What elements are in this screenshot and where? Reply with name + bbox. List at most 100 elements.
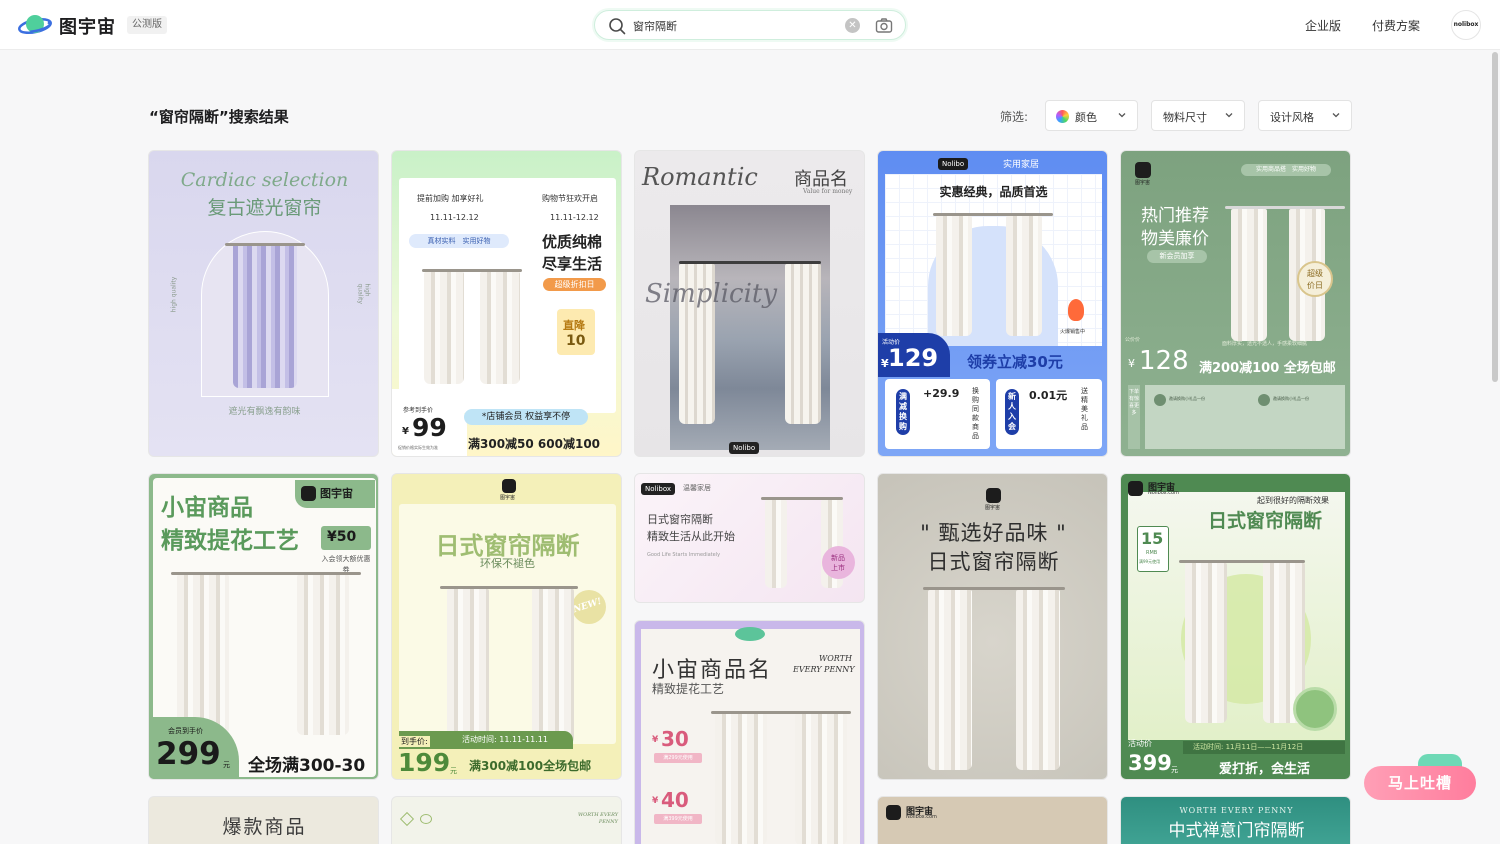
side-tag: 下单有惊喜更多: [1128, 385, 1140, 449]
promo-text: 满300减100全场包邮: [469, 759, 592, 773]
card-script: Cardiac selection: [180, 169, 349, 191]
item-text: 邀请换购小礼品一份: [1273, 396, 1309, 401]
coupon-value: 40: [661, 788, 689, 812]
price: 199: [398, 748, 451, 777]
unit: 元: [1171, 766, 1178, 774]
member-note: *店铺会员 权益享不停: [464, 409, 588, 425]
card-title: 精致生活从此开始: [647, 530, 735, 543]
search-box[interactable]: ✕: [594, 10, 906, 40]
template-card-3[interactable]: Romantic 商品名 Value for money Simplicity …: [634, 150, 865, 457]
brand-sub: Nolibox.com: [1148, 490, 1179, 496]
promo-text: 满200减100 全场包邮: [1199, 361, 1336, 376]
template-card-8[interactable]: Nolibox 温馨家居 日式窗帘隔断 精致生活从此开始 Good Life S…: [634, 473, 865, 603]
template-card-15[interactable]: WORTH EVERY PENNY 中式禅意门帘隔断: [1120, 796, 1351, 844]
template-card-13[interactable]: WORTH EVERY PENNY: [391, 796, 622, 844]
promo-date: 11.11-12.12: [550, 213, 599, 222]
worth-text: WORTH EVERY PENNY: [1179, 806, 1294, 815]
card-subtitle: 精致提花工艺: [652, 682, 725, 696]
badge-text: 超级: [1307, 269, 1323, 278]
coupon-note: 满99元使用: [1139, 559, 1161, 564]
chevron-down-icon: [1118, 113, 1126, 118]
chip: 实用好物: [1292, 166, 1317, 173]
addon-price: +29.9: [923, 387, 960, 400]
discount-badge: 超级折扣日: [543, 278, 606, 291]
page-scrollbar[interactable]: [1492, 52, 1498, 382]
template-card-14[interactable]: 图宇宙 Nolibox.com: [877, 796, 1108, 844]
brand-chip: Nolibox: [641, 483, 676, 495]
badge-text: 上市: [831, 564, 845, 572]
template-card-10[interactable]: 图宇宙 " 甄选好品味 " 日式窗帘隔断: [877, 473, 1108, 780]
badge-text: 价日: [1307, 281, 1323, 290]
brand-text: 图宇宙: [985, 505, 1001, 511]
promo-text: 爱打折，会生活: [1219, 762, 1311, 777]
search-input[interactable]: [633, 17, 833, 35]
feedback-button[interactable]: 马上吐槽: [1364, 766, 1476, 800]
price-label: 公价价: [1125, 337, 1141, 343]
card-title: 日式窗帘隔断: [1208, 510, 1323, 532]
promo-right-top: 购物节狂欢开启: [542, 194, 598, 203]
brand-text: 图宇宙: [500, 495, 516, 501]
search-icon[interactable]: [608, 17, 626, 35]
card-script-overlay: Simplicity: [645, 279, 778, 309]
template-card-1[interactable]: Cardiac selection 复古遮光窗帘 high quality hi…: [148, 150, 379, 457]
coupon-unit: RMB: [1146, 550, 1158, 556]
yen: ¥: [402, 426, 409, 437]
card-subtitle: Value for money: [803, 188, 853, 195]
tag: 实用好物: [462, 237, 491, 245]
template-card-5[interactable]: 图宇宙 实用商品搭 实用好物 热门推荐 物美廉价 新会员加享 超级 价日 公价价…: [1120, 150, 1351, 457]
template-card-9[interactable]: 小宙商品名 精致提花工艺 WORTH EVERY PENNY ¥ 30 满299…: [634, 620, 865, 844]
template-card-12[interactable]: 爆款商品: [148, 796, 379, 844]
camera-icon[interactable]: [875, 17, 893, 35]
chevron-down-icon: [1225, 113, 1233, 118]
card-title: 日式窗帘隔断: [647, 513, 713, 526]
card-title: 爆款商品: [222, 816, 307, 838]
brand-text: 图宇宙: [320, 487, 353, 500]
filter-style[interactable]: 设计风格: [1258, 100, 1352, 131]
badge-text: 新品: [831, 554, 845, 562]
card-english: Good Life Starts Immediately: [647, 552, 721, 558]
card-title: 小宙商品: [161, 495, 253, 521]
user-avatar[interactable]: nolibox: [1451, 10, 1481, 40]
chip: 实用商品搭: [1255, 166, 1286, 173]
promo-text: 领券立减30元: [967, 353, 1063, 371]
addon-price: 0.01元: [1029, 389, 1068, 402]
coupon-value: 15: [1141, 529, 1164, 548]
promo-date: 11.11-12.12: [430, 213, 479, 222]
promo-text: 满300减50 600减100: [468, 437, 601, 451]
unit: 元: [450, 767, 457, 775]
template-card-6[interactable]: 小宙商品 精致提花工艺 图宇宙 ¥50 入会领大额优惠券 会员到手价 299 元…: [148, 473, 379, 780]
logo-text[interactable]: 图宇宙: [59, 13, 116, 39]
coupon-value: 30: [661, 727, 689, 751]
coupon-value: ¥50: [327, 529, 357, 545]
nav-pricing[interactable]: 付费方案: [1372, 17, 1420, 34]
template-card-4[interactable]: Nolibo 实用家居 实惠经典，品质首选 火爆销售中 活动价 ¥ 129 领券…: [877, 150, 1108, 457]
event-time: 活动时间: 11.11-11.11: [462, 735, 548, 744]
clear-icon[interactable]: ✕: [845, 18, 860, 33]
planet-logo-icon[interactable]: [18, 12, 52, 38]
template-card-2[interactable]: 提前加购 加享好礼 购物节狂欢开启 11.11-12.12 11.11-12.1…: [391, 150, 622, 457]
desc-text: 面料厚实，透光不透人，手感柔软细腻: [1222, 341, 1308, 347]
price: 129: [888, 344, 939, 372]
drop-label: 直降: [563, 319, 585, 332]
price: 128: [1139, 346, 1189, 376]
filter-color[interactable]: 颜色: [1045, 100, 1138, 131]
card-title: 优质纯棉: [542, 233, 603, 251]
filter-label: 筛选:: [1000, 110, 1029, 124]
card-headline: 实惠经典，品质首选: [939, 185, 1048, 199]
page-title: “窗帘隔断”搜索结果: [149, 108, 289, 126]
template-card-11[interactable]: 图宇宙 Nolibox.com 起到很好的隔断效果 日式窗帘隔断 15 RMB …: [1120, 473, 1351, 780]
promo-text: 全场满300-30: [248, 756, 366, 776]
beta-badge: 公测版: [127, 16, 167, 34]
side-tag: 满减换购: [896, 389, 910, 435]
yen: ¥: [1128, 357, 1135, 370]
filter-size-label: 物料尺寸: [1163, 111, 1207, 124]
event-time: 活动时间: 11月11日——11月12日: [1193, 743, 1304, 751]
nav-enterprise[interactable]: 企业版: [1305, 17, 1341, 34]
template-card-7[interactable]: 图宇宙 日式窗帘隔断 环保不褪色 NEW! 到手价: 活动时间: 11.11-1…: [391, 473, 622, 780]
side-text: 换购同款商品: [972, 387, 979, 440]
hot-label: 火爆销售中: [1060, 329, 1086, 335]
brand-text: 图宇宙: [1135, 180, 1151, 186]
chevron-down-icon: [1332, 113, 1340, 118]
filter-size[interactable]: 物料尺寸: [1151, 100, 1245, 131]
yen: ¥: [652, 735, 659, 745]
